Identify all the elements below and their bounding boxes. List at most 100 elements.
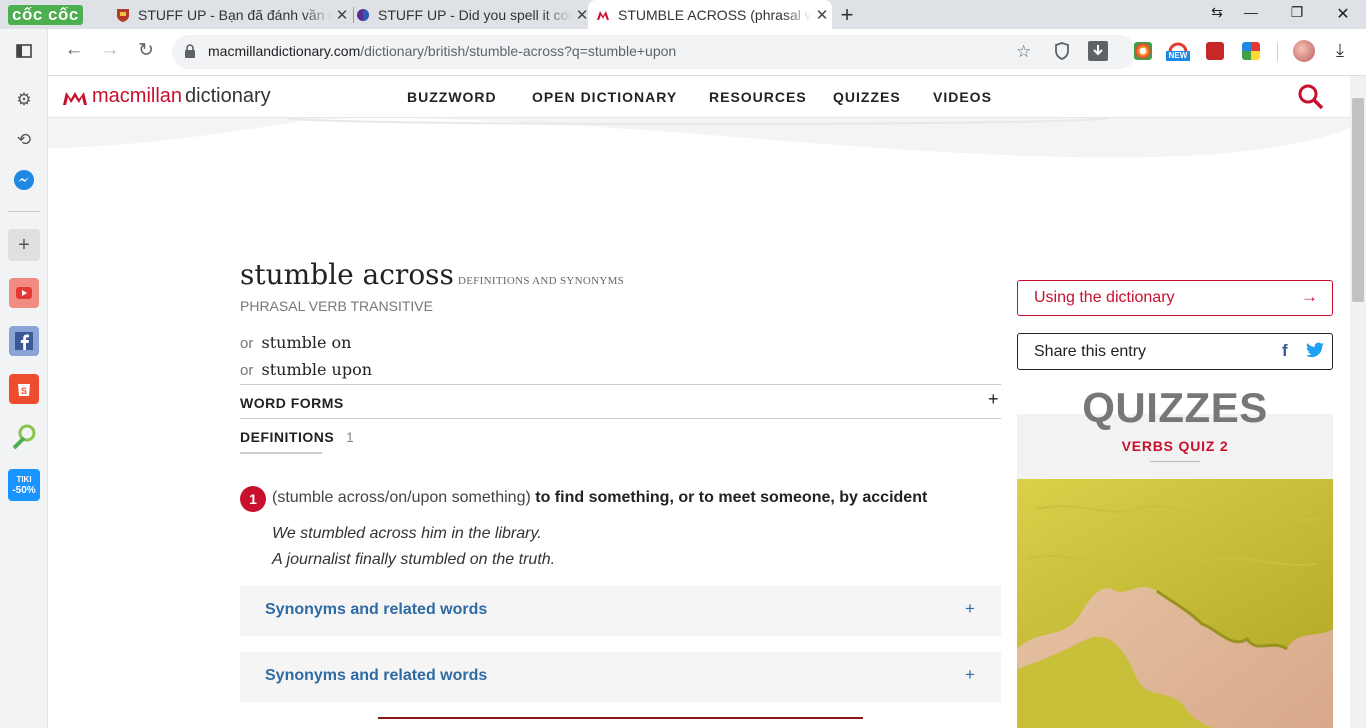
macmillan-logo-icon bbox=[63, 91, 87, 105]
new-tab-button[interactable]: + bbox=[836, 2, 858, 28]
add-app-button[interactable]: + bbox=[8, 229, 40, 261]
divider bbox=[240, 418, 1001, 419]
tiki-icon[interactable]: TIKI -50% bbox=[8, 469, 40, 501]
close-window-button[interactable]: ✕ bbox=[1333, 4, 1353, 24]
header-swoosh bbox=[48, 118, 1350, 178]
adblock-shield-icon[interactable] bbox=[1054, 42, 1070, 65]
headword: stumble across bbox=[240, 258, 454, 291]
quizzes-title: QUIZZES bbox=[1082, 384, 1268, 431]
crest-icon bbox=[117, 8, 129, 22]
expand-plus-icon[interactable]: + bbox=[988, 389, 999, 410]
leaf-app-icon[interactable] bbox=[8, 421, 40, 453]
avatar[interactable] bbox=[1293, 40, 1315, 62]
nav-resources[interactable]: RESOURCES bbox=[709, 89, 807, 105]
or-label: or bbox=[240, 362, 254, 379]
tab-title: STUFF UP - Bạn đã đánh vần đúng chưa? bbox=[138, 6, 332, 23]
download-video-icon[interactable] bbox=[1088, 41, 1108, 66]
nav-videos[interactable]: VIDEOS bbox=[933, 89, 992, 105]
arrow-right-icon: → bbox=[1301, 287, 1318, 306]
tab-title: STUMBLE ACROSS (phrasal verb) definition bbox=[618, 6, 812, 23]
synonyms-panel[interactable]: Synonyms and related words + bbox=[240, 652, 1001, 702]
logo-brand: macmillan bbox=[92, 85, 183, 107]
tab-1[interactable]: STUFF UP - Bạn đã đánh vần đúng chưa? ✕ bbox=[108, 0, 352, 29]
messenger-icon[interactable] bbox=[8, 164, 40, 196]
browser-sidebar: ⚙ ⟲ + S TIKI -50% bbox=[0, 29, 48, 728]
sidebar-toggle-icon[interactable] bbox=[8, 35, 40, 67]
coccoc-brand[interactable]: cốc cốc bbox=[8, 3, 83, 26]
macmillan-icon bbox=[597, 10, 609, 20]
brand-name: cốc cốc bbox=[8, 4, 83, 25]
variant-1: or stumble on bbox=[240, 333, 351, 352]
close-icon[interactable]: ✕ bbox=[812, 6, 832, 24]
share-entry-box: Share this entry f bbox=[1017, 333, 1333, 370]
tab-search-icon[interactable]: ⇆ bbox=[1207, 4, 1227, 21]
tiki-discount: -50% bbox=[12, 485, 36, 496]
scrollbar-thumb[interactable] bbox=[1352, 98, 1364, 302]
quiz-underline bbox=[1150, 461, 1200, 462]
sense-definition: (stumble across/on/upon something) to fi… bbox=[272, 489, 927, 507]
tab-3-active[interactable]: STUMBLE ACROSS (phrasal verb) definition… bbox=[588, 0, 832, 29]
nav-buzzword[interactable]: BUZZWORD bbox=[407, 89, 497, 105]
variant-text: stumble on bbox=[261, 333, 352, 352]
extension-red-icon[interactable] bbox=[1206, 42, 1224, 60]
expand-plus-icon[interactable]: + bbox=[965, 665, 975, 685]
extension-new-icon[interactable]: NEW bbox=[1166, 40, 1190, 62]
definition-text: to find something, or to meet someone, b… bbox=[535, 489, 928, 506]
twitter-share-icon[interactable] bbox=[1306, 342, 1324, 358]
new-badge: NEW bbox=[1166, 51, 1190, 61]
globe-icon bbox=[357, 8, 369, 21]
facebook-icon[interactable] bbox=[8, 325, 40, 357]
history-icon[interactable]: ⟲ bbox=[8, 124, 40, 156]
extension-colors-icon[interactable] bbox=[1242, 42, 1260, 60]
tab-title: STUFF UP - Did you spell it correctly? bbox=[378, 6, 572, 23]
nav-open-dictionary[interactable]: OPEN DICTIONARY bbox=[532, 89, 677, 105]
logo-dictionary: dictionary bbox=[185, 85, 271, 107]
macmillan-logo[interactable]: macmillan dictionary bbox=[63, 85, 271, 108]
definitions-underline bbox=[240, 452, 322, 454]
definitions-tab[interactable]: DEFINITIONS bbox=[240, 429, 334, 445]
or-label: or bbox=[240, 335, 254, 352]
bookmark-star-icon[interactable]: ☆ bbox=[1016, 42, 1031, 62]
forward-button[interactable]: → bbox=[98, 39, 122, 61]
part-of-speech: PHRASAL VERB TRANSITIVE bbox=[240, 298, 433, 314]
extension-chrome-icon[interactable] bbox=[1134, 42, 1152, 60]
tab-2[interactable]: STUFF UP - Did you spell it correctly? ✕ bbox=[348, 0, 592, 29]
settings-icon[interactable]: ⚙ bbox=[8, 84, 40, 116]
minimize-button[interactable]: — bbox=[1241, 4, 1261, 20]
example-sentence: A journalist finally stumbled on the tru… bbox=[272, 551, 556, 568]
address-toolbar: ← → ↻ macmillandictionary.com/dictionary… bbox=[48, 29, 1366, 76]
shopee-icon[interactable]: S bbox=[8, 373, 40, 405]
downloads-icon[interactable]: ⤓ bbox=[1328, 40, 1352, 61]
sidebar-divider bbox=[8, 211, 40, 212]
synonyms-label[interactable]: Synonyms and related words bbox=[265, 667, 487, 685]
headword-subtitle: DEFINITIONS AND SYNONYMS bbox=[458, 275, 625, 287]
tiki-label: TIKI bbox=[16, 475, 32, 484]
tab-bar: cốc cốc STUFF UP - Bạn đã đánh vần đúng … bbox=[0, 0, 1366, 29]
reload-button[interactable]: ↻ bbox=[134, 39, 158, 62]
facebook-share-icon[interactable]: f bbox=[1282, 341, 1288, 361]
variant-2: or stumble upon bbox=[240, 360, 372, 379]
sense-grammar: (stumble across/on/upon something) bbox=[272, 489, 531, 506]
word-forms-toggle[interactable]: WORD FORMS bbox=[240, 395, 344, 411]
section-divider bbox=[378, 717, 863, 719]
search-icon[interactable] bbox=[1298, 84, 1324, 110]
divider bbox=[240, 384, 1001, 385]
address-bar[interactable]: macmillandictionary.com/dictionary/briti… bbox=[172, 35, 1136, 69]
url-text[interactable]: macmillandictionary.com/dictionary/briti… bbox=[208, 43, 676, 59]
nav-quizzes[interactable]: QUIZZES bbox=[833, 89, 901, 105]
restore-button[interactable]: ❐ bbox=[1287, 4, 1307, 21]
sense-number-badge: 1 bbox=[240, 486, 266, 512]
puzzle-image[interactable] bbox=[1017, 479, 1333, 728]
site-header: macmillan dictionary BUZZWORD OPEN DICTIO… bbox=[48, 76, 1350, 118]
share-entry-label: Share this entry bbox=[1034, 343, 1147, 360]
lock-icon bbox=[185, 44, 195, 58]
back-button[interactable]: ← bbox=[62, 39, 86, 61]
synonyms-panel[interactable]: Synonyms and related words + bbox=[240, 586, 1001, 636]
synonyms-label[interactable]: Synonyms and related words bbox=[265, 601, 487, 619]
quiz-name-link[interactable]: VERBS QUIZ 2 bbox=[1017, 438, 1333, 454]
expand-plus-icon[interactable]: + bbox=[965, 599, 975, 619]
using-dictionary-button[interactable]: Using the dictionary → bbox=[1017, 280, 1333, 316]
example-sentence: We stumbled across him in the library. bbox=[272, 525, 542, 542]
page-scrollbar[interactable] bbox=[1350, 76, 1366, 728]
youtube-icon[interactable] bbox=[8, 277, 40, 309]
